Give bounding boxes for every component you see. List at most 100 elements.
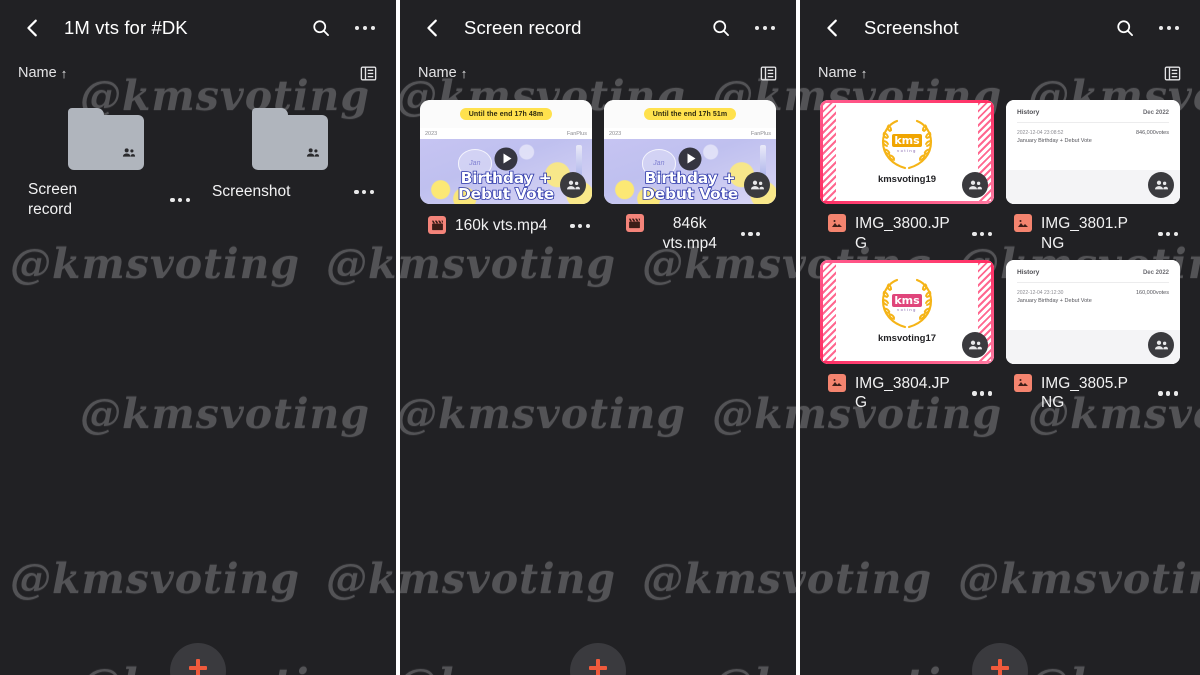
image-thumbnail[interactable]: History Dec 2022 2022-12-04 23:08:52 Jan… <box>1006 100 1180 204</box>
page-title: Screen record <box>464 17 582 38</box>
search-icon[interactable] <box>1110 13 1140 43</box>
countdown-bar: Until the end 17h 51m <box>604 100 776 128</box>
file-grid: Screen record Screenshot <box>0 90 396 222</box>
app-bar-actions <box>706 13 780 43</box>
logo-subtitle: voting <box>897 307 917 313</box>
history-month: Dec 2022 <box>1142 110 1169 116</box>
more-horizontal-icon[interactable] <box>1158 231 1178 236</box>
history-votes: 160,000votes <box>1135 289 1169 296</box>
image-icon <box>828 214 846 232</box>
watermark-text: @kmsvoting@kmsvoting@kmsvoting@kmsvoting… <box>80 660 396 675</box>
people-icon <box>962 331 988 358</box>
list-item[interactable]: Screenshot <box>198 96 382 222</box>
page-title: 1M vts for #DK <box>64 17 188 38</box>
page-title: Screenshot <box>864 17 959 38</box>
image-icon <box>1014 214 1032 232</box>
history-title: History <box>1017 109 1040 116</box>
video-thumbnail[interactable]: Until the end 17h 48m 2023 FanPlus Jan B… <box>420 100 592 204</box>
folder-thumbnail[interactable] <box>204 100 376 170</box>
image-thumbnail[interactable]: kms voting kmsvoting17 <box>820 259 994 364</box>
history-entry: 2022-12-04 23:08:52 January Birthday + D… <box>1017 123 1169 144</box>
panel-folder-root: @kmsvoting@kmsvoting@kmsvoting@kmsvoting… <box>0 0 396 675</box>
folder-thumbnail[interactable] <box>20 100 192 170</box>
more-horizontal-icon[interactable] <box>570 223 590 229</box>
sort-by-name-button[interactable]: Name ↑ <box>418 65 467 81</box>
add-button[interactable] <box>570 643 626 675</box>
more-horizontal-icon[interactable] <box>1158 391 1178 396</box>
image-thumbnail[interactable]: kms voting kmsvoting19 <box>820 100 994 204</box>
back-icon[interactable] <box>416 11 450 45</box>
folder-icon <box>252 108 328 170</box>
more-horizontal-icon[interactable] <box>350 13 380 43</box>
plus-icon <box>990 658 1010 675</box>
file-grid: Until the end 17h 48m 2023 FanPlus Jan B… <box>400 90 796 256</box>
watermark-text: @kmsvoting@kmsvoting@kmsvoting@kmsvoting… <box>80 390 371 438</box>
list-item-label: 160k vts.mp4 <box>455 217 548 235</box>
more-horizontal-icon[interactable] <box>354 189 374 195</box>
people-icon <box>1148 172 1174 198</box>
file-label-row: IMG_3805.PNG <box>1006 364 1180 414</box>
people-icon <box>962 172 988 198</box>
file-label-row: IMG_3801.PNG <box>1006 204 1180 254</box>
search-icon[interactable] <box>706 13 736 43</box>
sort-by-name-button[interactable]: Name ↑ <box>18 65 67 81</box>
video-thumbnail[interactable]: Until the end 17h 51m 2023 FanPlus Jan B… <box>604 100 776 204</box>
list-view-icon[interactable] <box>759 64 778 83</box>
more-horizontal-icon[interactable] <box>170 197 190 202</box>
watermark-text: @kmsvoting@kmsvoting@kmsvoting@kmsvoting… <box>800 555 1200 603</box>
history-timestamp: 2022-12-04 23:12:30 <box>1017 289 1064 296</box>
list-item[interactable]: kms voting kmsvoting17 IMG_3804.JPG <box>814 256 1000 416</box>
list-view-icon[interactable] <box>359 64 378 83</box>
back-icon[interactable] <box>816 11 850 45</box>
file-label-row: IMG_3804.JPG <box>820 364 994 414</box>
people-icon <box>306 145 320 163</box>
countdown-bar: Until the end 17h 48m <box>420 100 592 128</box>
app-bar: Screen record <box>400 0 796 56</box>
file-grid: kms voting kmsvoting19 IMG_3800.JPG Hist… <box>800 90 1200 415</box>
people-icon <box>122 145 136 163</box>
file-label-row: 160k vts.mp4 <box>420 204 592 238</box>
app-bar: Screenshot <box>800 0 1200 56</box>
history-timestamp: 2022-12-04 23:08:52 <box>1017 130 1064 136</box>
list-item[interactable]: Until the end 17h 51m 2023 FanPlus Jan B… <box>598 96 782 256</box>
sort-ascending-arrow-icon: ↑ <box>460 65 468 81</box>
certificate-username: kmsvoting19 <box>877 173 937 185</box>
history-votes: 846,000votes <box>1135 130 1169 136</box>
history-event: January Birthday + Debut Vote <box>1017 138 1092 144</box>
history-title: History <box>1017 268 1040 276</box>
list-item-label: Screen record <box>28 181 78 218</box>
list-item[interactable]: kms voting kmsvoting19 IMG_3800.JPG <box>814 96 1000 256</box>
watermark-text: @kmsvoting@kmsvoting@kmsvoting@kmsvoting… <box>400 390 796 438</box>
people-icon <box>560 172 586 198</box>
panel-screen-record: @kmsvoting@kmsvoting@kmsvoting@kmsvoting… <box>400 0 796 675</box>
play-icon[interactable] <box>494 147 518 170</box>
list-item[interactable]: Screen record <box>14 96 198 222</box>
sort-bar: Name ↑ <box>800 56 1200 90</box>
list-item[interactable]: History Dec 2022 2022-12-04 23:08:52 Jan… <box>1000 96 1186 256</box>
add-button[interactable] <box>972 643 1028 675</box>
sort-by-name-button[interactable]: Name ↑ <box>818 65 867 81</box>
more-horizontal-icon[interactable] <box>1154 13 1184 43</box>
add-button[interactable] <box>170 643 226 675</box>
image-thumbnail[interactable]: History Dec 2022 2022-12-04 23:12:30 Jan… <box>1006 259 1180 364</box>
list-item[interactable]: History Dec 2022 2022-12-04 23:12:30 Jan… <box>1000 256 1186 416</box>
history-card-header: History Dec 2022 <box>1017 109 1169 123</box>
panel-screenshot: @kmsvoting@kmsvoting@kmsvoting@kmsvoting… <box>800 0 1200 675</box>
play-icon[interactable] <box>678 147 702 170</box>
folder-icon <box>68 108 144 170</box>
back-icon[interactable] <box>16 11 50 45</box>
more-horizontal-icon[interactable] <box>972 391 992 396</box>
list-item[interactable]: Until the end 17h 48m 2023 FanPlus Jan B… <box>414 96 598 256</box>
logo-subtitle: voting <box>897 147 917 153</box>
history-entry: 2022-12-04 23:12:30 January Birthday + D… <box>1017 283 1169 304</box>
sort-label-text: Name <box>18 65 57 81</box>
list-view-icon[interactable] <box>1163 64 1182 83</box>
more-horizontal-icon[interactable] <box>750 13 780 43</box>
clapperboard-icon <box>428 216 446 235</box>
three-panel-screenshot-collage: @kmsvoting@kmsvoting@kmsvoting@kmsvoting… <box>0 0 1200 675</box>
search-icon[interactable] <box>306 13 336 43</box>
list-item-label: IMG_3801.PNG <box>1041 215 1129 252</box>
more-horizontal-icon[interactable] <box>972 231 992 236</box>
more-horizontal-icon[interactable] <box>740 231 761 236</box>
app-bar: 1M vts for #DK <box>0 0 396 56</box>
